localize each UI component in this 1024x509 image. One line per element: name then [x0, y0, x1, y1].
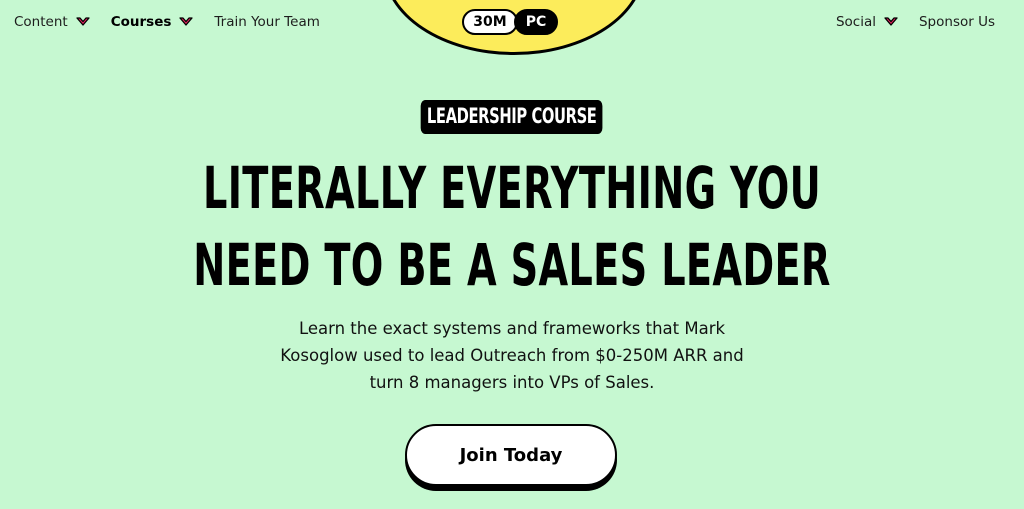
course-badge: LEADERSHIP COURSE	[420, 100, 604, 134]
nav-item-label: Social	[835, 14, 876, 30]
join-today-button[interactable]: Join Today	[405, 424, 617, 486]
nav-item-label: Sponsor Us	[918, 14, 995, 30]
nav-item-courses[interactable]: Courses	[111, 14, 194, 30]
subtitle-line-2: Kosoglow used to lead Outreach from $0-2…	[280, 346, 744, 365]
subtitle-line-1: Learn the exact systems and frameworks t…	[298, 319, 726, 338]
nav-item-label: Train Your Team	[214, 14, 320, 30]
chevron-down-icon	[884, 17, 898, 27]
nav-item-train-your-team[interactable]: Train Your Team	[214, 14, 319, 30]
badge-wrapper: LEADERSHIP COURSE	[0, 100, 1024, 134]
nav-right: Social Sponsor Us	[815, 14, 995, 30]
chevron-down-icon	[76, 17, 90, 27]
nav-item-label: Content	[14, 14, 68, 30]
chevron-down-icon	[179, 17, 194, 27]
headline-line-2: NEED TO BE A SALES LEADER	[193, 231, 831, 299]
nav-left: Content Courses Train Your Team	[14, 14, 341, 30]
headline-line-1: LITERALLY EVERYTHING YOU	[203, 154, 821, 222]
nav-item-label: Courses	[110, 14, 172, 30]
top-nav: Content Courses Train Your Team Social S…	[0, 0, 1024, 48]
nav-item-content[interactable]: Content	[14, 14, 90, 30]
subtitle-line-3: turn 8 managers into VPs of Sales.	[369, 373, 655, 392]
nav-item-social[interactable]: Social	[836, 14, 898, 30]
hero-headline: LITERALLY EVERYTHING YOU NEED TO BE A SA…	[174, 150, 850, 304]
nav-item-sponsor-us[interactable]: Sponsor Us	[919, 14, 995, 30]
hero-subtitle: Learn the exact systems and frameworks t…	[262, 315, 762, 396]
